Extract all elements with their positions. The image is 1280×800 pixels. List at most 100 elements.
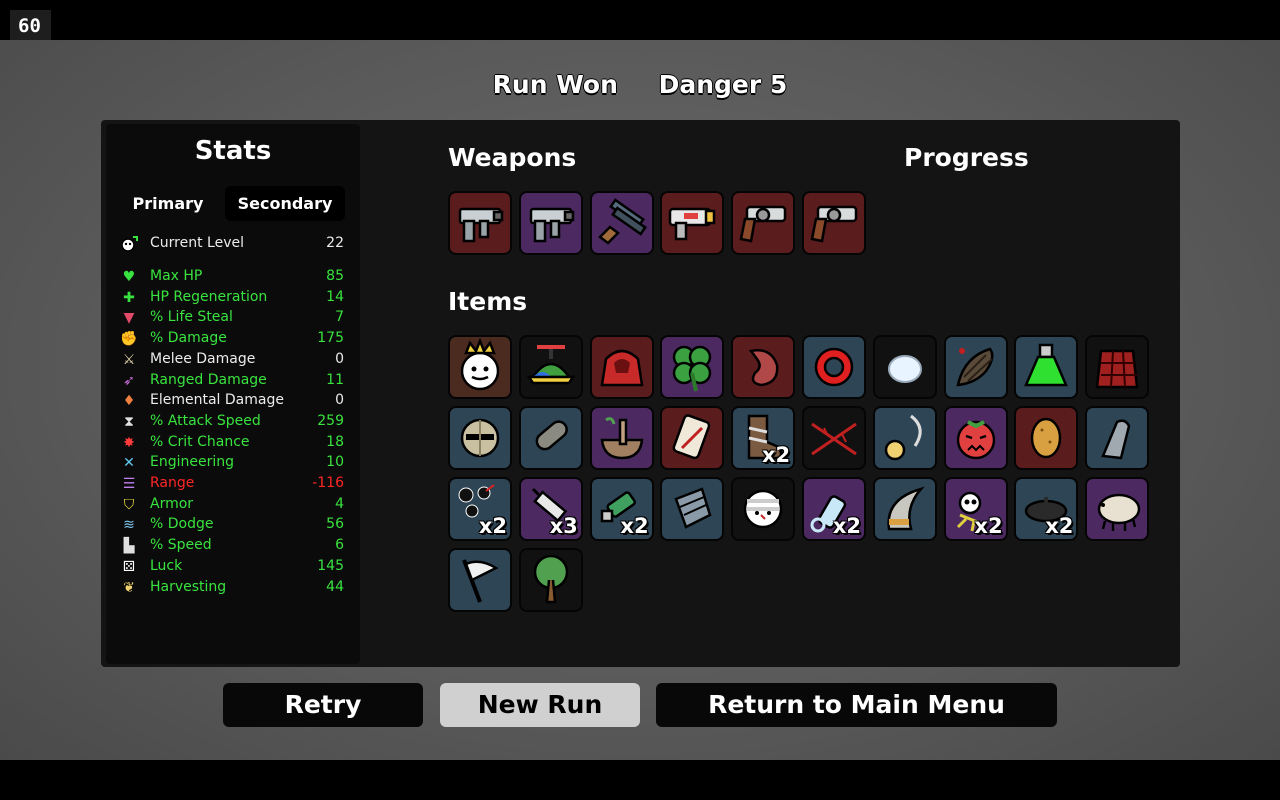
stat-label: Engineering xyxy=(150,454,234,471)
range-wave-icon: ☰ xyxy=(122,476,136,492)
item-slot[interactable]: x2 xyxy=(731,406,796,470)
item-slot[interactable] xyxy=(518,548,583,612)
stat-value: 85 xyxy=(326,268,344,284)
stat-value: 44 xyxy=(326,578,344,595)
sword-icon: ⚔ xyxy=(122,351,136,368)
item-slot[interactable] xyxy=(802,406,866,470)
item-slot[interactable]: x2 xyxy=(448,477,512,541)
weapon-slot[interactable] xyxy=(448,191,512,255)
item-slot[interactable] xyxy=(943,406,1008,470)
stat-value: -116 xyxy=(312,475,344,491)
boot-icon: ▙ xyxy=(123,538,135,555)
return-to-main-menu-button[interactable]: Return to Main Menu xyxy=(656,683,1057,727)
retry-button[interactable]: Retry xyxy=(223,683,423,727)
item-slot[interactable] xyxy=(802,335,866,399)
stat-value: 4 xyxy=(335,495,344,512)
heart-icon: ♥ xyxy=(122,269,136,285)
item-slot[interactable] xyxy=(448,335,512,399)
item-slot[interactable]: x2 xyxy=(802,477,866,541)
crit-burst-icon: ✸ xyxy=(123,434,135,451)
item-slot[interactable] xyxy=(1014,406,1079,470)
stat-row: ▼ % Life Steal 7 xyxy=(118,307,346,327)
item-slot[interactable] xyxy=(1085,335,1150,399)
danger-level: Danger 5 xyxy=(658,70,788,99)
run-result: Run Won xyxy=(492,70,618,99)
item-slot[interactable] xyxy=(731,335,796,399)
flame-icon: ♦ xyxy=(122,393,136,410)
stat-row: ➶ Ranged Damage 11 xyxy=(118,370,346,390)
item-slot[interactable] xyxy=(731,477,796,541)
weapon-slot[interactable] xyxy=(731,191,796,255)
tab-secondary[interactable]: Secondary xyxy=(225,186,345,221)
wheat-icon: ❦ xyxy=(123,579,135,596)
stat-row: ✊ % Damage 175 xyxy=(118,328,346,348)
item-slot[interactable] xyxy=(1085,406,1150,470)
item-slot[interactable]: x2 xyxy=(589,477,654,541)
items-title: Items xyxy=(448,287,528,316)
stat-label: % Speed xyxy=(150,537,212,554)
item-slot[interactable] xyxy=(660,406,725,470)
new-run-button[interactable]: New Run xyxy=(440,683,640,727)
stat-value: 11 xyxy=(326,371,344,388)
stat-row: ♦ Elemental Damage 0 xyxy=(118,390,346,410)
stat-row: ⚔ Melee Damage 0 xyxy=(118,349,346,369)
muscle-icon: ✊ xyxy=(120,331,138,348)
bow-icon: ➶ xyxy=(123,372,135,389)
stat-row: ✕ Engineering 10 xyxy=(118,452,346,472)
stat-label: Current Level xyxy=(150,235,244,251)
item-slot[interactable]: x2 xyxy=(1014,477,1079,541)
stat-current-level: Current Level 22 xyxy=(118,233,346,253)
tab-primary[interactable]: Primary xyxy=(116,186,220,221)
stat-value: 18 xyxy=(326,433,344,450)
stat-value: 7 xyxy=(335,309,344,326)
stat-value: 145 xyxy=(317,557,344,574)
item-slot[interactable] xyxy=(872,335,937,399)
stat-value: 175 xyxy=(317,330,344,347)
item-slot[interactable] xyxy=(660,335,725,399)
item-slot[interactable] xyxy=(1014,335,1079,399)
weapon-slot[interactable] xyxy=(589,191,654,255)
item-quantity: x2 xyxy=(478,514,507,538)
item-slot[interactable] xyxy=(1085,477,1150,541)
item-slot[interactable] xyxy=(448,548,512,612)
item-slot[interactable] xyxy=(518,335,583,399)
wrench-icon: ✕ xyxy=(123,455,135,472)
stat-value: 56 xyxy=(326,516,344,533)
stat-row: ✚ HP Regeneration 14 xyxy=(118,287,346,307)
stat-value: 259 xyxy=(317,412,344,429)
item-slot[interactable] xyxy=(589,335,654,399)
dodge-wind-icon: ≋ xyxy=(123,517,135,534)
stat-row: ♥ Max HP 85 xyxy=(118,266,346,286)
stat-label: Harvesting xyxy=(150,578,227,595)
item-slot[interactable] xyxy=(943,335,1008,399)
item-slot[interactable] xyxy=(660,477,725,541)
stat-row: ▙ % Speed 6 xyxy=(118,535,346,555)
item-quantity: x2 xyxy=(620,514,649,538)
stat-row: ✸ % Crit Chance 18 xyxy=(118,432,346,452)
stat-row: ☰ Range -116 xyxy=(118,473,346,493)
stat-value: 10 xyxy=(326,454,344,471)
item-slot[interactable] xyxy=(589,406,654,470)
shield-icon: ⛉ xyxy=(123,496,135,513)
stat-label: Elemental Damage xyxy=(150,392,284,409)
item-slot[interactable]: x3 xyxy=(518,477,583,541)
item-quantity: x2 xyxy=(762,443,791,467)
weapons-title: Weapons xyxy=(448,143,577,172)
item-slot[interactable] xyxy=(872,406,937,470)
stat-label: % Attack Speed xyxy=(150,412,261,429)
stat-label: % Dodge xyxy=(150,516,214,533)
weapon-slot[interactable] xyxy=(518,191,583,255)
item-slot[interactable] xyxy=(518,406,583,470)
weapon-slot[interactable] xyxy=(802,191,866,255)
stat-label: Armor xyxy=(150,495,194,512)
item-slot[interactable] xyxy=(448,406,512,470)
stat-value: 14 xyxy=(326,288,344,305)
stat-label: Max HP xyxy=(150,268,203,284)
stat-label: Luck xyxy=(150,557,183,574)
run-header: Run Won Danger 5 xyxy=(0,70,1280,99)
stat-label: % Life Steal xyxy=(150,309,233,326)
dice-icon: ⚄ xyxy=(122,558,136,575)
item-slot[interactable] xyxy=(872,477,937,541)
weapon-slot[interactable] xyxy=(660,191,725,255)
item-slot[interactable]: x2 xyxy=(943,477,1008,541)
